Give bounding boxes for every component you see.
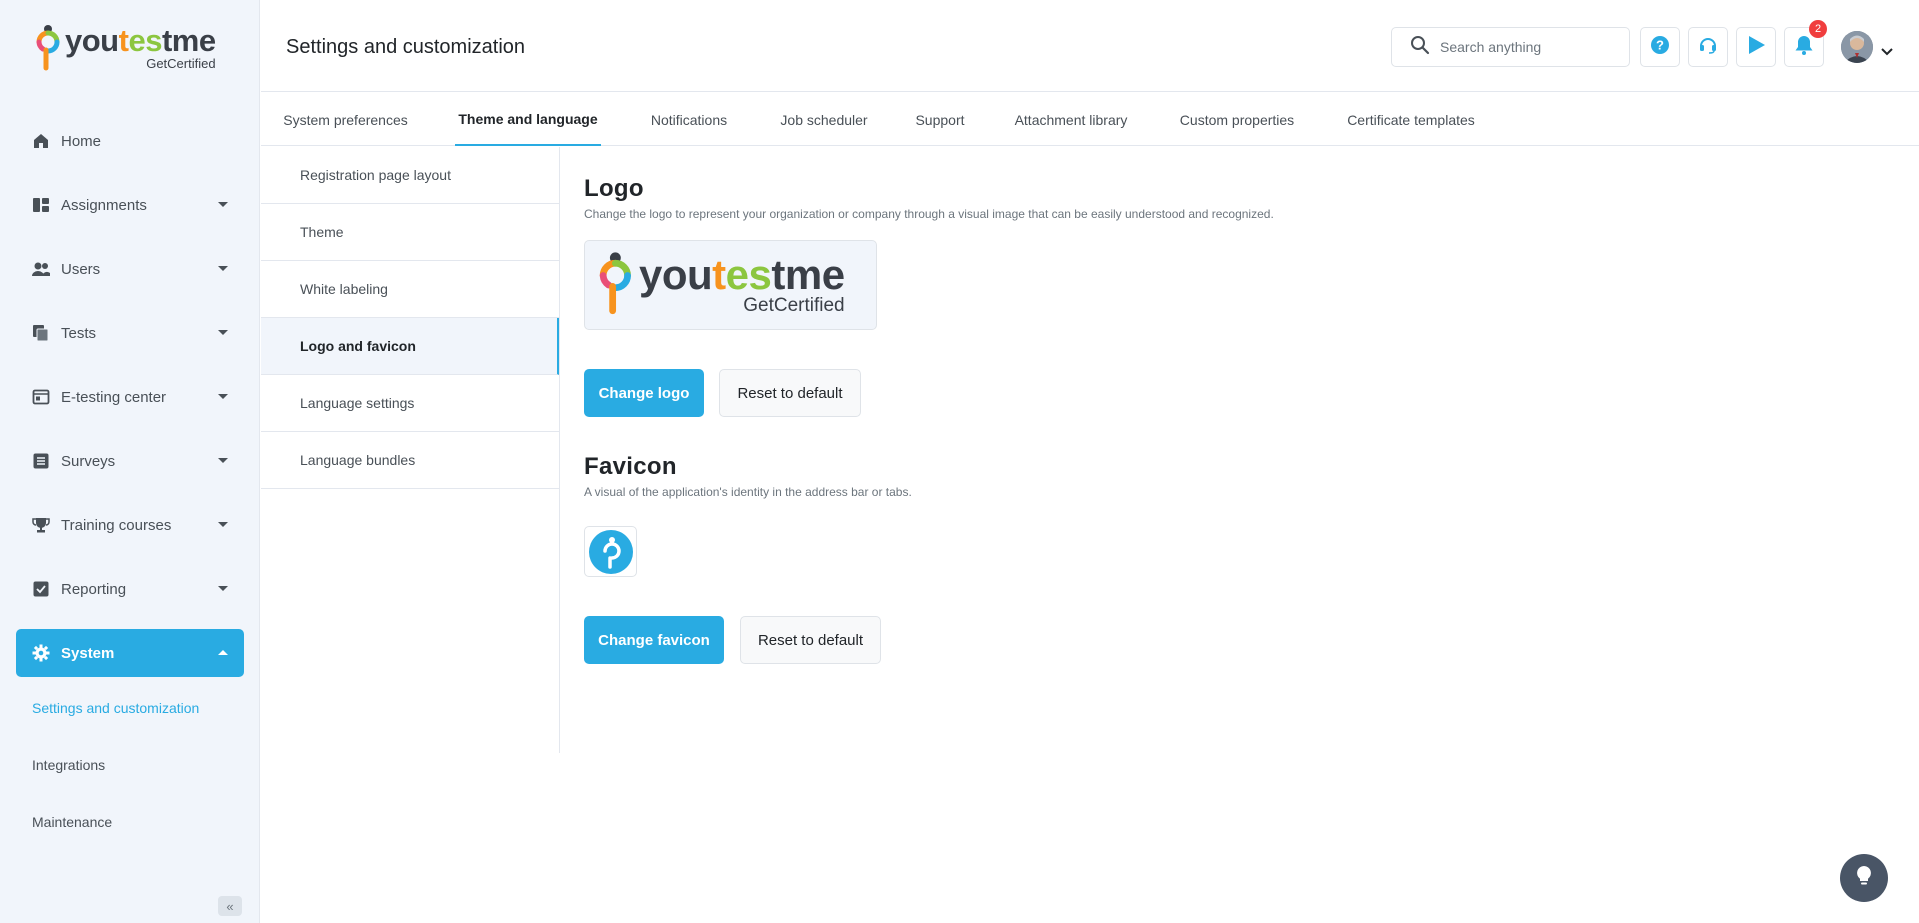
search-input[interactable] bbox=[1440, 39, 1620, 55]
chevron-down-icon bbox=[218, 266, 228, 271]
chevron-down-icon bbox=[218, 522, 228, 527]
tab-notifications[interactable]: Notifications bbox=[644, 93, 734, 146]
tests-icon bbox=[32, 324, 50, 342]
brand-mark-icon bbox=[36, 25, 60, 71]
subnav-settings-and-customization[interactable]: Settings and customization bbox=[32, 700, 232, 716]
chevron-down-icon[interactable] bbox=[1881, 43, 1893, 61]
nav-item-e-testing-center[interactable]: E-testing center bbox=[16, 373, 244, 421]
nav-item-label: Users bbox=[61, 260, 101, 278]
reset-favicon-button[interactable]: Reset to default bbox=[740, 616, 881, 664]
nav-item-home[interactable]: Home bbox=[16, 117, 244, 165]
favicon-preview bbox=[584, 526, 637, 577]
menu-item-logo-and-favicon[interactable]: Logo and favicon bbox=[261, 318, 559, 375]
support-button[interactable] bbox=[1688, 27, 1728, 67]
tab-certificate-templates[interactable]: Certificate templates bbox=[1340, 93, 1482, 146]
tab-theme-and-language[interactable]: Theme and language bbox=[455, 93, 601, 146]
brand-logo[interactable]: youtestme GetCertified bbox=[33, 24, 216, 74]
favicon-icon bbox=[588, 529, 633, 574]
settings-tabs: System preferences Theme and language No… bbox=[261, 93, 1919, 146]
home-icon bbox=[32, 132, 50, 150]
play-icon bbox=[1745, 34, 1767, 61]
tab-support[interactable]: Support bbox=[912, 93, 968, 146]
menu-item-language-bundles[interactable]: Language bundles bbox=[261, 432, 559, 489]
brand-name: youtestme bbox=[65, 23, 216, 58]
brand-subtitle: GetCertified bbox=[146, 56, 216, 71]
menu-item-theme[interactable]: Theme bbox=[261, 204, 559, 261]
nav-item-label: Home bbox=[61, 132, 102, 150]
help-button[interactable]: ? bbox=[1640, 27, 1680, 67]
logo-section-title: Logo bbox=[584, 175, 644, 202]
main-nav: Home Assignments Users Tests E-testing c… bbox=[16, 117, 244, 693]
top-header: Settings and customization ? 2 bbox=[261, 0, 1919, 92]
chevron-down-icon bbox=[218, 330, 228, 335]
nav-item-reporting[interactable]: Reporting bbox=[16, 565, 244, 613]
assignments-icon bbox=[32, 196, 50, 214]
logo-preview: youtestme GetCertified bbox=[584, 240, 877, 330]
tips-button[interactable] bbox=[1840, 854, 1888, 902]
nav-item-label: Assignments bbox=[61, 196, 147, 214]
favicon-section-title: Favicon bbox=[584, 453, 677, 480]
e-testing-icon bbox=[32, 388, 50, 406]
reporting-icon bbox=[32, 580, 50, 598]
users-icon bbox=[32, 260, 50, 278]
menu-item-white-labeling[interactable]: White labeling bbox=[261, 261, 559, 318]
search-box[interactable] bbox=[1391, 27, 1630, 67]
nav-item-assignments[interactable]: Assignments bbox=[16, 181, 244, 229]
tour-button[interactable] bbox=[1736, 27, 1776, 67]
subnav-maintenance[interactable]: Maintenance bbox=[32, 814, 232, 830]
trophy-icon bbox=[32, 516, 50, 534]
nav-item-tests[interactable]: Tests bbox=[16, 309, 244, 357]
favicon-section-description: A visual of the application's identity i… bbox=[584, 485, 912, 499]
change-favicon-button[interactable]: Change favicon bbox=[584, 616, 724, 664]
surveys-icon bbox=[32, 452, 50, 470]
sidebar: youtestme GetCertified Home Assignments … bbox=[0, 0, 260, 923]
logo-preview-subtitle: GetCertified bbox=[743, 295, 845, 316]
tab-job-scheduler[interactable]: Job scheduler bbox=[776, 93, 872, 146]
nav-item-users[interactable]: Users bbox=[16, 245, 244, 293]
bell-icon bbox=[1793, 34, 1815, 61]
reset-logo-button[interactable]: Reset to default bbox=[719, 369, 861, 417]
nav-item-label: Surveys bbox=[61, 452, 116, 470]
notification-count-badge: 2 bbox=[1809, 20, 1827, 38]
collapse-sidebar-button[interactable]: « bbox=[218, 896, 242, 916]
chevron-down-icon bbox=[218, 458, 228, 463]
logo-preview-name: youtestme bbox=[639, 251, 845, 298]
nav-item-surveys[interactable]: Surveys bbox=[16, 437, 244, 485]
headset-icon bbox=[1698, 35, 1718, 60]
avatar[interactable] bbox=[1841, 31, 1873, 63]
nav-item-label: E-testing center bbox=[61, 388, 167, 406]
logo-mark-icon bbox=[599, 252, 631, 315]
nav-item-training-courses[interactable]: Training courses bbox=[16, 501, 244, 549]
menu-item-registration-page-layout[interactable]: Registration page layout bbox=[261, 147, 559, 204]
page-title: Settings and customization bbox=[286, 36, 526, 58]
change-logo-button[interactable]: Change logo bbox=[584, 369, 704, 417]
search-icon bbox=[1410, 35, 1430, 60]
svg-text:?: ? bbox=[1656, 37, 1664, 52]
tab-custom-properties[interactable]: Custom properties bbox=[1174, 93, 1300, 146]
nav-item-label: Training courses bbox=[61, 516, 172, 534]
chevron-down-icon bbox=[218, 586, 228, 591]
chevron-down-icon bbox=[218, 202, 228, 207]
nav-item-label: System bbox=[61, 644, 115, 662]
logo-section-description: Change the logo to represent your organi… bbox=[584, 207, 1274, 221]
subnav-integrations[interactable]: Integrations bbox=[32, 757, 232, 773]
nav-item-system[interactable]: System bbox=[16, 629, 244, 677]
lightbulb-icon bbox=[1854, 865, 1874, 892]
theme-settings-menu: Registration page layout Theme White lab… bbox=[261, 147, 560, 753]
nav-item-label: Tests bbox=[61, 324, 97, 342]
gear-icon bbox=[32, 644, 50, 662]
menu-item-language-settings[interactable]: Language settings bbox=[261, 375, 559, 432]
tab-system-preferences[interactable]: System preferences bbox=[277, 93, 414, 146]
double-chevron-left-icon: « bbox=[226, 898, 234, 914]
chevron-up-icon bbox=[218, 650, 228, 655]
tab-attachment-library[interactable]: Attachment library bbox=[1008, 93, 1134, 146]
chevron-down-icon bbox=[218, 394, 228, 399]
question-icon: ? bbox=[1650, 35, 1670, 60]
nav-item-label: Reporting bbox=[61, 580, 127, 598]
